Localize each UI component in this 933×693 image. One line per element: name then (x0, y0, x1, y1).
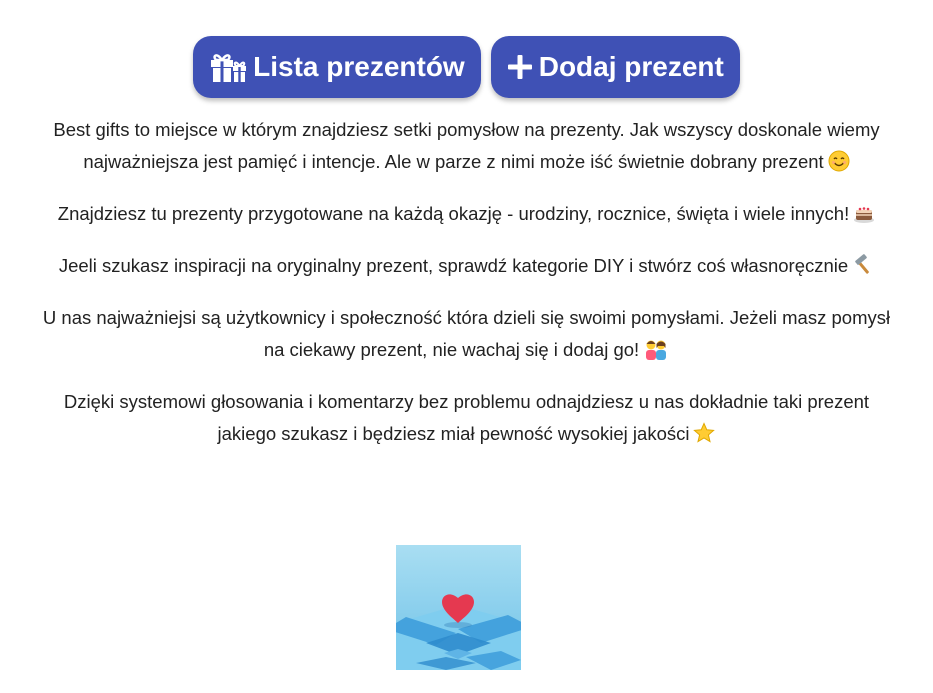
intro-paragraph: Jeeli szukasz inspiracji na oryginalny p… (40, 250, 893, 286)
intro-paragraph: Dzięki systemowi głosowania i komentarzy… (40, 386, 893, 454)
gift-list-label: Lista prezentów (253, 51, 465, 82)
intro-paragraph-text: Znajdziesz tu prezenty przygotowane na k… (57, 203, 850, 224)
top-navigation: Lista prezentów Dodaj prezent (0, 36, 933, 98)
smiling-face-emoji-icon (828, 150, 850, 182)
star-emoji-icon (693, 422, 716, 454)
heart-on-blue-tiles-image (396, 545, 521, 670)
gift-list-button[interactable]: Lista prezentów (193, 36, 481, 98)
intro-text: Best gifts to miejsce w którym znajdzies… (40, 114, 893, 470)
gift-icon (209, 50, 247, 84)
intro-paragraph-text: Best gifts to miejsce w którym znajdzies… (53, 119, 880, 172)
couple-emoji-icon (643, 338, 669, 370)
birthday-cake-emoji-icon (853, 202, 875, 234)
intro-paragraph: Best gifts to miejsce w którym znajdzies… (40, 114, 893, 182)
hammer-emoji-icon (852, 254, 874, 286)
intro-paragraph-text: U nas najważniejsi są użytkownicy i społ… (42, 307, 891, 360)
intro-paragraph-text: Dzięki systemowi głosowania i komentarzy… (63, 391, 870, 444)
intro-paragraph: Znajdziesz tu prezenty przygotowane na k… (40, 198, 893, 234)
intro-paragraph: U nas najważniejsi są użytkownicy i społ… (40, 302, 893, 370)
add-gift-label: Dodaj prezent (538, 51, 724, 82)
add-gift-button[interactable]: Dodaj prezent (490, 36, 740, 98)
intro-paragraph-text: Jeeli szukasz inspiracji na oryginalny p… (58, 255, 849, 276)
plus-icon (507, 54, 533, 80)
